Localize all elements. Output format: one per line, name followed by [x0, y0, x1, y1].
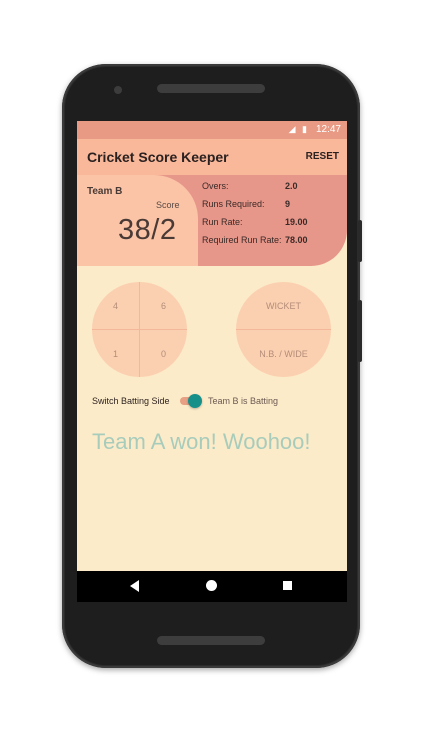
back-icon[interactable]: [130, 580, 139, 592]
signal-icon: ◢: [288, 124, 298, 134]
add-6-runs-button[interactable]: 6: [140, 282, 187, 329]
overs-value: 2.0: [285, 181, 298, 191]
batting-side-switch[interactable]: [178, 394, 202, 408]
front-camera: [114, 86, 122, 94]
match-result: Team A won! Woohoo!: [92, 429, 311, 454]
batting-team-name: Team B: [87, 186, 123, 197]
batting-status: Team B is Batting: [208, 396, 279, 406]
required-run-rate-value: 78.00: [285, 235, 308, 245]
switch-thumb[interactable]: [188, 394, 202, 408]
app-bar: Cricket Score Keeper RESET: [77, 139, 347, 175]
overs-label: Overs:: [202, 181, 229, 191]
volume-button: [358, 300, 362, 362]
runs-pad: 4 6 1 0: [92, 282, 187, 377]
score-value: 38/2: [118, 214, 177, 246]
navigation-bar: [77, 571, 347, 602]
score-label: Score: [156, 200, 180, 210]
extras-pad: WICKET N.B. / WIDE: [236, 282, 331, 377]
reset-button[interactable]: RESET: [306, 151, 339, 162]
recent-apps-icon[interactable]: [283, 581, 292, 590]
runs-required-label: Runs Required:: [202, 199, 265, 209]
battery-icon: ▮: [302, 124, 309, 134]
add-0-runs-button[interactable]: 0: [140, 330, 187, 377]
earpiece-speaker: [157, 84, 265, 93]
add-4-runs-button[interactable]: 4: [92, 282, 139, 329]
power-button: [358, 220, 362, 262]
status-bar: ◢ ▮ 12:47: [77, 121, 347, 139]
status-time: 12:47: [315, 124, 341, 135]
run-rate-value: 19.00: [285, 217, 308, 227]
run-rate-label: Run Rate:: [202, 217, 243, 227]
required-run-rate-label: Required Run Rate:: [202, 235, 282, 245]
home-icon[interactable]: [206, 580, 217, 591]
bottom-speaker: [157, 636, 265, 645]
switch-batting-label: Switch Batting Side: [92, 396, 170, 406]
no-ball-wide-button[interactable]: N.B. / WIDE: [236, 330, 331, 377]
app-title: Cricket Score Keeper: [87, 149, 229, 165]
add-1-run-button[interactable]: 1: [92, 330, 139, 377]
app-screen: ◢ ▮ 12:47 Cricket Score Keeper RESET Tea…: [77, 121, 347, 602]
wicket-button[interactable]: WICKET: [236, 282, 331, 329]
runs-required-value: 9: [285, 199, 291, 209]
